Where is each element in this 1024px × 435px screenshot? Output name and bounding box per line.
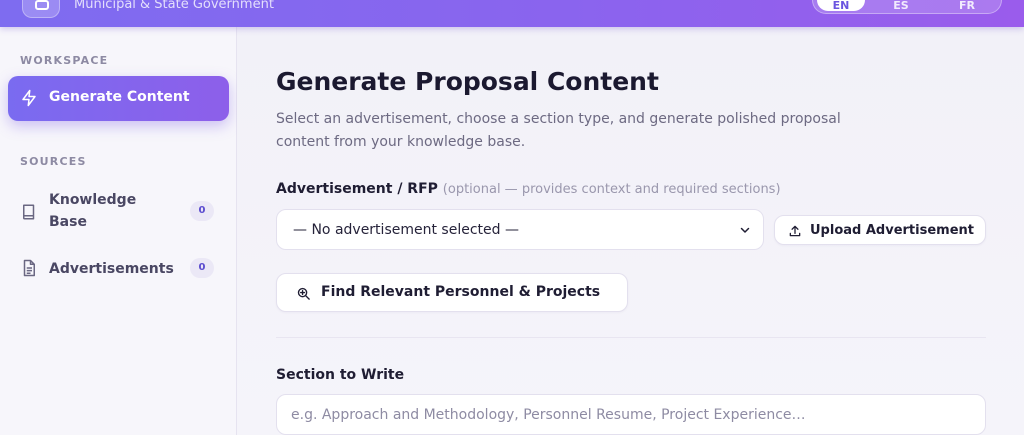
sidebar-item-label: Advertisements: [49, 261, 174, 277]
advertisement-select-value: — No advertisement selected —: [293, 222, 519, 238]
sidebar-item-label: Knowledge Base: [49, 192, 137, 230]
page-description: Select an advertisement, choose a sectio…: [276, 111, 841, 150]
document-icon: [23, 259, 35, 277]
advertisement-select[interactable]: — No advertisement selected —: [276, 209, 764, 250]
sidebar-item-generate-content[interactable]: Generate Content: [8, 76, 229, 121]
count-badge: 0: [190, 258, 214, 278]
main-content: Generate Proposal Content Select an adve…: [237, 27, 1024, 435]
language-switcher[interactable]: EN ES FR: [812, 0, 1002, 14]
section-divider: [276, 337, 986, 338]
section-to-write-input[interactable]: [276, 394, 986, 435]
section-field-label: Section to Write: [276, 367, 405, 383]
app-header: Municipal & State Government EN ES FR: [0, 0, 1024, 27]
sidebar-section-workspace: WORKSPACE: [20, 54, 109, 67]
upload-icon: [789, 225, 801, 237]
find-personnel-projects-button[interactable]: Find Relevant Personnel & Projects: [276, 273, 628, 312]
app-logo-icon: [22, 0, 60, 18]
language-option-fr[interactable]: FR: [937, 0, 997, 12]
advertisement-field-label: Advertisement / RFP (optional — provides…: [276, 181, 781, 197]
language-option-es[interactable]: ES: [873, 0, 929, 12]
language-option-en[interactable]: EN: [817, 0, 865, 12]
upload-advertisement-label: Upload Advertisement: [810, 223, 974, 238]
find-personnel-projects-label: Find Relevant Personnel & Projects: [321, 284, 601, 300]
sidebar-item-label: Generate Content: [49, 89, 190, 105]
sidebar-section-sources: SOURCES: [20, 155, 87, 168]
page-title: Generate Proposal Content: [276, 67, 659, 96]
sidebar-item-knowledge-base[interactable]: Knowledge Base 0: [8, 187, 229, 235]
advertisement-label-hint: (optional — provides context and require…: [442, 182, 781, 197]
advertisement-label-text: Advertisement / RFP: [276, 181, 438, 197]
sidebar-item-advertisements[interactable]: Advertisements 0: [8, 257, 229, 281]
book-icon: [23, 204, 35, 220]
lightning-icon: [22, 89, 36, 107]
count-badge: 0: [190, 201, 214, 221]
header-subtitle: Municipal & State Government: [74, 0, 274, 12]
sidebar: WORKSPACE Generate Content SOURCES Knowl…: [0, 27, 237, 435]
search-icon: [297, 287, 310, 300]
upload-advertisement-button[interactable]: Upload Advertisement: [774, 215, 986, 245]
chevron-down-icon: [740, 227, 750, 233]
